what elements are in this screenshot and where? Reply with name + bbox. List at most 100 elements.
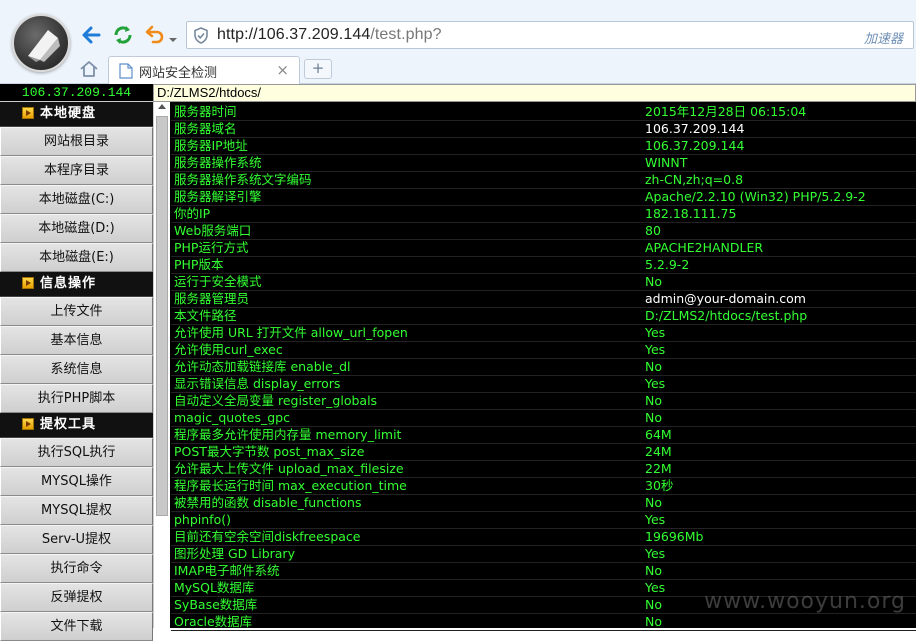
sidebar-item-disk-c[interactable]: 本地磁盘(C:)	[0, 185, 153, 214]
info-key: 允许动态加载链接库 enable_dl	[174, 359, 351, 374]
info-key: POST最大字节数 post_max_size	[174, 444, 365, 459]
info-key: 服务器操作系统文字编码	[174, 172, 312, 187]
sidebar-item-system-info[interactable]: 系统信息	[0, 355, 153, 384]
sidebar-item-mysql-priv[interactable]: MYSQL提权	[0, 496, 153, 525]
info-value: No	[645, 563, 662, 578]
table-row: 服务器管理员 admin@your-domain.com	[171, 291, 916, 308]
scroll-up-icon[interactable]	[158, 104, 166, 109]
info-value: Yes	[645, 512, 666, 527]
info-key: PHP版本	[174, 257, 224, 272]
address-bar[interactable]: http://106.37.209.144/test.php? 加速器	[186, 21, 914, 49]
section-title: 信息操作	[40, 276, 97, 291]
info-value: 106.37.209.144	[645, 121, 745, 136]
home-icon[interactable]	[78, 58, 100, 80]
table-row: 服务器操作系统文字编码 zh-CN,zh;q=0.8	[171, 172, 916, 189]
info-key: 服务器时间	[174, 104, 237, 119]
info-key: 目前还有空余空间diskfreespace	[174, 529, 361, 544]
info-key: 自动定义全局变量 register_globals	[174, 393, 378, 408]
path-input[interactable]: D:/ZLMS2/htdocs/	[153, 84, 916, 102]
new-tab-button[interactable]: +	[304, 59, 332, 79]
table-row: 被禁用的函数 disable_functions No	[171, 495, 916, 512]
table-row: 服务器域名 106.37.209.144	[171, 121, 916, 138]
sidebar-item-disk-d[interactable]: 本地磁盘(D:)	[0, 214, 153, 243]
info-value: 5.2.9-2	[645, 257, 690, 272]
info-key: phpinfo()	[174, 512, 231, 527]
info-key: 被禁用的函数 disable_functions	[174, 495, 362, 510]
arrow-marker-icon	[22, 277, 34, 289]
table-row: 服务器解译引擎 Apache/2.2.10 (Win32) PHP/5.2.9-2	[171, 189, 916, 206]
scrollbar[interactable]	[153, 102, 170, 628]
section-title: 本地硬盘	[40, 106, 97, 121]
sidebar-item-reverse-shell[interactable]: 反弹提权	[0, 583, 153, 612]
info-key: 允许最大上传文件 upload_max_filesize	[174, 461, 404, 476]
back-arrow-icon[interactable]	[78, 22, 104, 48]
tab-site-security[interactable]: 网站安全检测 ×	[108, 56, 300, 84]
table-row: PHP版本 5.2.9-2	[171, 257, 916, 274]
info-key: 允许使用 URL 打开文件 allow_url_fopen	[174, 325, 408, 340]
table-row: 允许最大上传文件 upload_max_filesize 22M	[171, 461, 916, 478]
info-value: 30秒	[645, 478, 674, 493]
section-title: 提权工具	[40, 417, 97, 432]
info-key: 服务器管理员	[174, 291, 250, 306]
info-value: 19696Mb	[645, 529, 704, 544]
table-row: magic_quotes_gpc No	[171, 410, 916, 427]
sidebar-item-exec-cmd[interactable]: 执行命令	[0, 554, 153, 583]
sidebar-item-program-dir[interactable]: 本程序目录	[0, 156, 153, 185]
info-value: D:/ZLMS2/htdocs/test.php	[645, 308, 808, 323]
section-header-local-disk: 本地硬盘	[0, 102, 153, 127]
info-key: 服务器域名	[174, 121, 237, 136]
sidebar-item-upload[interactable]: 上传文件	[0, 297, 153, 326]
table-row: 服务器操作系统 WINNT	[171, 155, 916, 172]
undo-icon[interactable]	[142, 22, 168, 48]
sidebar-item-basic-info[interactable]: 基本信息	[0, 326, 153, 355]
info-value: WINNT	[645, 155, 688, 170]
sidebar-item-disk-e[interactable]: 本地磁盘(E:)	[0, 243, 153, 272]
section-header-info-ops: 信息操作	[0, 272, 153, 297]
info-value: No	[645, 597, 662, 612]
info-value: No	[645, 359, 662, 374]
info-value: 64M	[645, 427, 672, 442]
accelerator-button[interactable]: 加速器	[864, 28, 903, 47]
info-key: 你的IP	[174, 206, 211, 221]
info-value: 106.37.209.144	[645, 138, 745, 153]
info-value: 24M	[645, 444, 672, 459]
url-path: /test.php?	[370, 26, 442, 43]
info-key: SyBase数据库	[174, 597, 258, 612]
table-row: POST最大字节数 post_max_size 24M	[171, 444, 916, 461]
info-value: No	[645, 393, 662, 408]
info-value: admin@your-domain.com	[645, 291, 806, 306]
sidebar-item-run-php[interactable]: 执行PHP脚本	[0, 384, 153, 413]
close-icon[interactable]: ×	[276, 61, 289, 79]
page-content: 106.37.209.144 本地硬盘 网站根目录 本程序目录 本地磁盘(C:)…	[0, 84, 916, 641]
table-row: phpinfo() Yes	[171, 512, 916, 529]
table-row: 允许使用 URL 打开文件 allow_url_fopen Yes	[171, 325, 916, 342]
table-row: 程序最多允许使用内存量 memory_limit 64M	[171, 427, 916, 444]
info-key: 程序最多允许使用内存量 memory_limit	[174, 427, 402, 442]
sidebar-item-web-root[interactable]: 网站根目录	[0, 127, 153, 156]
sidebar-item-sql-exec[interactable]: 执行SQL执行	[0, 438, 153, 467]
sidebar-item-file-download[interactable]: 文件下载	[0, 612, 153, 641]
chevron-down-icon[interactable]	[168, 30, 178, 42]
sidebar-item-mysql-ops[interactable]: MYSQL操作	[0, 467, 153, 496]
info-key: 服务器解译引擎	[174, 189, 262, 204]
table-row: 服务器时间 2015年12月28日 06:15:04	[171, 104, 916, 121]
url-text[interactable]: http://106.37.209.144/test.php?	[217, 26, 442, 44]
info-value: Yes	[645, 546, 666, 561]
browser-logo-icon[interactable]	[12, 14, 70, 72]
refresh-icon[interactable]	[110, 22, 136, 48]
section-header-privilege-tools: 提权工具	[0, 413, 153, 438]
table-row: 允许使用curl_exec Yes	[171, 342, 916, 359]
table-row: 本文件路径 D:/ZLMS2/htdocs/test.php	[171, 308, 916, 325]
url-host: http://106.37.209.144	[217, 26, 371, 43]
tab-title: 网站安全检测	[139, 66, 218, 81]
table-row: 服务器IP地址 106.37.209.144	[171, 138, 916, 155]
info-value: 182.18.111.75	[645, 206, 737, 221]
scroll-thumb[interactable]	[156, 116, 168, 516]
info-value: zh-CN,zh;q=0.8	[645, 172, 744, 187]
shield-icon	[193, 27, 209, 48]
info-key: 允许使用curl_exec	[174, 342, 283, 357]
info-key: 本文件路径	[174, 308, 237, 323]
browser-toolbar: http://106.37.209.144/test.php? 加速器 网站安全…	[0, 0, 916, 84]
table-row: 自动定义全局变量 register_globals No	[171, 393, 916, 410]
sidebar-item-servu-priv[interactable]: Serv-U提权	[0, 525, 153, 554]
